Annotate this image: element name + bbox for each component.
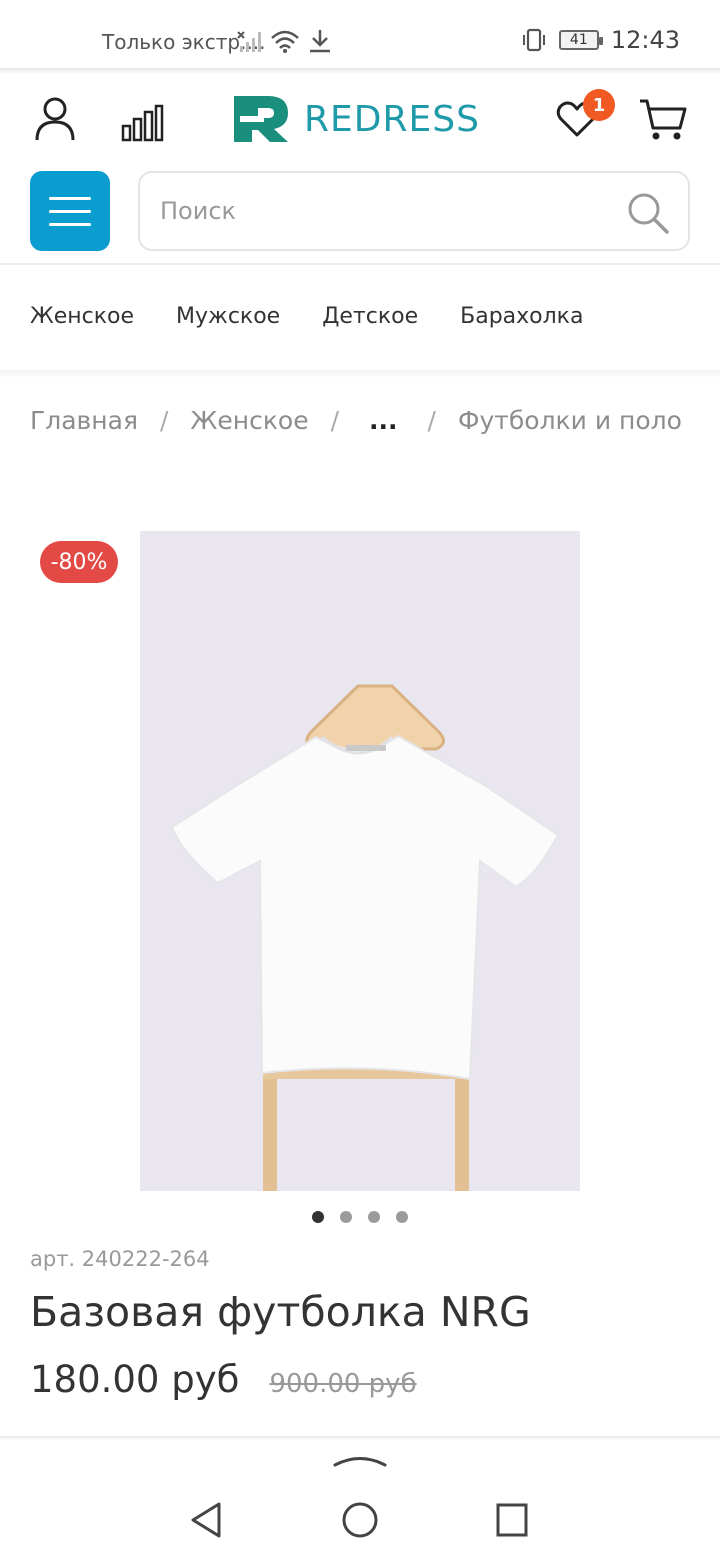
home-circle-icon xyxy=(342,1502,378,1538)
cart-icon xyxy=(640,99,687,140)
breadcrumb-home[interactable]: Главная xyxy=(30,406,138,435)
status-time: 12:43 xyxy=(610,26,680,54)
breadcrumb-collapsed[interactable]: ... xyxy=(361,406,406,435)
category-divider xyxy=(0,370,720,378)
wifi-icon xyxy=(271,30,299,53)
shirt-tag xyxy=(346,745,386,751)
recents-square-icon xyxy=(496,1503,528,1537)
breadcrumb-separator: / xyxy=(159,406,169,435)
product-photo-illustration xyxy=(140,531,580,1191)
gallery-dot[interactable] xyxy=(396,1211,408,1223)
cart-button[interactable] xyxy=(638,98,688,142)
search-icon xyxy=(628,193,669,234)
search-button[interactable] xyxy=(626,191,670,239)
nav-home-button[interactable] xyxy=(341,1500,379,1544)
nav-back-button[interactable] xyxy=(188,1500,224,1544)
menu-bar-icon xyxy=(49,209,91,213)
search-box xyxy=(138,171,690,251)
account-button[interactable] xyxy=(34,96,76,142)
download-icon xyxy=(310,30,330,53)
product-title: Базовая футболка NRG xyxy=(30,1288,531,1336)
category-nav: Женское Мужское Детское Барахолка xyxy=(30,304,625,329)
product-sku: арт. 240222-264 xyxy=(30,1247,210,1271)
status-icons-right: 41 12:43 xyxy=(521,26,680,54)
wishlist-count-badge: 1 xyxy=(583,89,615,121)
gallery-pagination xyxy=(312,1211,408,1223)
stand-post-left xyxy=(263,1066,277,1191)
vibrate-icon xyxy=(522,28,545,52)
compare-button[interactable] xyxy=(120,104,164,142)
status-bar: Только экстр.... 41 12:43 xyxy=(0,0,720,72)
discount-badge: -80% xyxy=(40,541,118,583)
breadcrumb-current[interactable]: Футболки и поло xyxy=(458,406,682,435)
site-logo[interactable]: REDRESS xyxy=(234,96,480,142)
breadcrumb-separator: / xyxy=(427,406,436,435)
product-price: 180.00 руб xyxy=(30,1358,240,1401)
signal-off-icon xyxy=(237,31,261,52)
compare-chart-icon xyxy=(121,104,164,142)
search-divider xyxy=(0,263,720,265)
logo-mark-icon xyxy=(234,96,288,142)
breadcrumb-separator: / xyxy=(330,406,340,435)
search-input[interactable] xyxy=(160,191,600,231)
battery-indicator: 41 xyxy=(558,30,603,50)
expand-panel-handle[interactable] xyxy=(333,1452,387,1472)
back-triangle-icon xyxy=(191,1502,221,1538)
gallery-dot[interactable] xyxy=(368,1211,380,1223)
breadcrumb: Главная / Женское / ... / Футболки и пол… xyxy=(30,406,682,435)
gallery-dot[interactable] xyxy=(312,1211,324,1223)
menu-bar-icon xyxy=(49,196,91,200)
stand-post-right xyxy=(455,1066,469,1191)
nav-recents-button[interactable] xyxy=(494,1500,530,1544)
menu-button[interactable] xyxy=(30,171,110,251)
chevron-up-icon xyxy=(333,1457,387,1467)
breadcrumb-women[interactable]: Женское xyxy=(190,406,308,435)
user-icon xyxy=(35,97,75,141)
menu-bar-icon xyxy=(49,222,91,226)
category-flea-market[interactable]: Барахолка xyxy=(460,304,583,329)
logo-text: REDRESS xyxy=(304,98,480,140)
product-image[interactable] xyxy=(140,531,580,1191)
status-icons-left xyxy=(236,28,332,54)
header-divider xyxy=(0,68,720,74)
bottom-panel-divider xyxy=(0,1436,720,1440)
category-women[interactable]: Женское xyxy=(30,304,134,329)
product-old-price: 900.00 руб xyxy=(269,1369,417,1399)
gallery-dot[interactable] xyxy=(340,1211,352,1223)
category-men[interactable]: Мужское xyxy=(176,304,280,329)
category-kids[interactable]: Детское xyxy=(322,304,418,329)
price-row: 180.00 руб 900.00 руб xyxy=(30,1358,417,1401)
